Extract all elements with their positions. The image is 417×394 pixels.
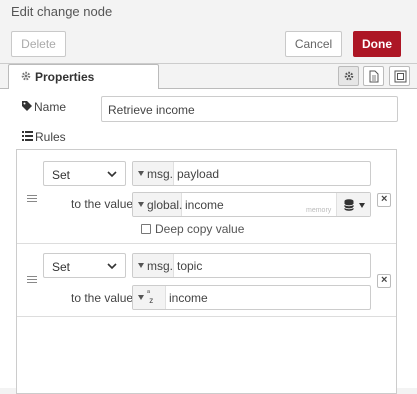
name-input[interactable]: Retrieve income xyxy=(101,96,398,122)
rule-action-select[interactable]: Set xyxy=(43,161,126,186)
to-the-value-label: to the value xyxy=(71,291,134,305)
rule-value-input[interactable]: ᵃ z income xyxy=(132,285,371,310)
remove-rule-button[interactable]: × xyxy=(377,193,391,207)
name-label: Name xyxy=(34,100,67,114)
cancel-button[interactable]: Cancel xyxy=(285,31,342,57)
deep-copy-checkbox[interactable] xyxy=(141,224,151,234)
database-icon xyxy=(344,199,354,211)
target-type-button[interactable]: msg. xyxy=(133,254,174,277)
string-type-icon: ᵃ z xyxy=(147,288,154,305)
gear-icon xyxy=(21,71,31,81)
tag-icon xyxy=(22,101,32,111)
tab-appearance-button[interactable] xyxy=(389,66,410,86)
tray-toolbar: Delete Cancel Done xyxy=(0,22,417,64)
value-type-button[interactable]: global. xyxy=(133,193,182,216)
value-text: income xyxy=(169,291,208,305)
rule-action-select[interactable]: Set xyxy=(43,253,126,278)
chevron-down-icon xyxy=(107,171,117,178)
name-input-value: Retrieve income xyxy=(108,103,195,117)
rules-label: Rules xyxy=(35,130,66,144)
target-value: topic xyxy=(177,259,203,273)
frame-icon xyxy=(394,70,407,83)
value-type-label: global. xyxy=(147,198,183,212)
rule-target-input[interactable]: msg. topic xyxy=(132,253,371,278)
tab-settings-button[interactable] xyxy=(338,66,359,86)
rule-target-input[interactable]: msg. payload xyxy=(132,161,371,186)
tab-description-button[interactable] xyxy=(363,66,384,86)
tab-properties[interactable]: Properties xyxy=(8,64,159,89)
drag-handle-icon[interactable] xyxy=(27,276,37,284)
value-type-button[interactable]: ᵃ z xyxy=(133,286,166,309)
caret-down-icon xyxy=(359,203,365,208)
gear-icon xyxy=(344,71,354,81)
deep-copy-label: Deep copy value xyxy=(155,222,245,236)
close-icon: × xyxy=(381,193,388,205)
target-type-label: msg. xyxy=(147,167,174,181)
value-text: income xyxy=(185,198,224,212)
context-store-button[interactable] xyxy=(336,193,370,216)
tab-properties-label: Properties xyxy=(35,70,95,84)
rule-value-input[interactable]: global. income memory xyxy=(132,192,371,217)
context-store-hint: memory xyxy=(306,207,332,214)
list-icon xyxy=(22,131,33,141)
document-icon xyxy=(369,70,379,83)
delete-button[interactable]: Delete xyxy=(11,31,66,57)
target-type-label: msg. xyxy=(147,259,174,273)
to-the-value-label: to the value xyxy=(71,197,134,211)
remove-rule-button[interactable]: × xyxy=(377,274,391,288)
rule-action-value: Set xyxy=(52,260,71,274)
rule-divider xyxy=(17,316,396,317)
target-type-button[interactable]: msg. xyxy=(133,162,174,185)
target-value: payload xyxy=(177,167,220,181)
drag-handle-icon[interactable] xyxy=(27,195,37,203)
close-icon: × xyxy=(381,274,388,286)
tray-title: Edit change node xyxy=(11,4,113,19)
tray-header: Edit change node xyxy=(0,0,417,22)
rule-action-value: Set xyxy=(52,168,71,182)
chevron-down-icon xyxy=(107,263,117,270)
done-button[interactable]: Done xyxy=(353,31,401,57)
rule-divider xyxy=(17,243,396,244)
